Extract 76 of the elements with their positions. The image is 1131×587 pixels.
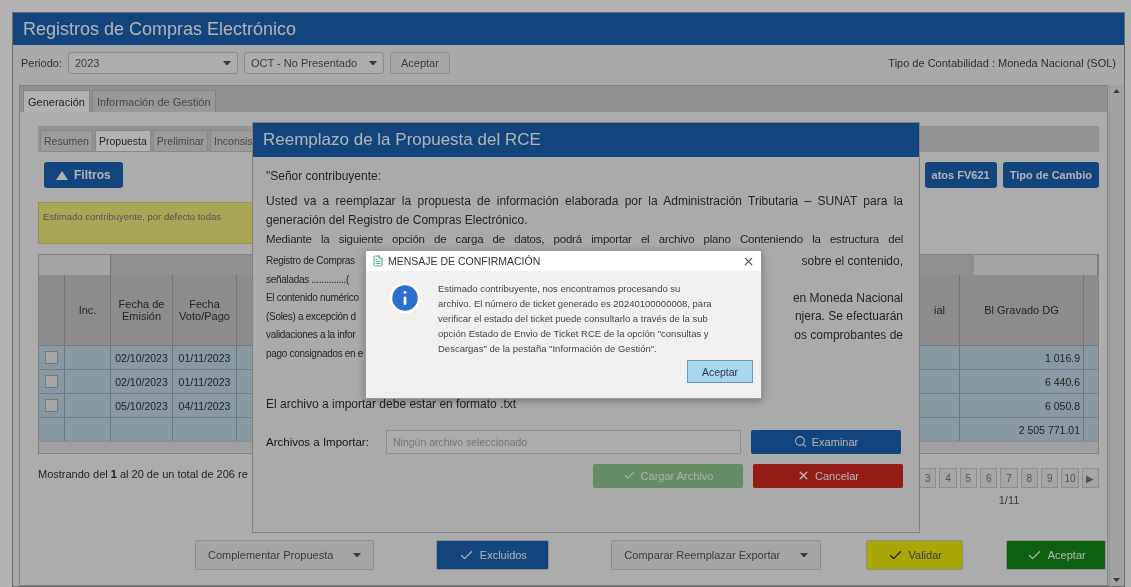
- filters-button[interactable]: Filtros: [44, 162, 123, 188]
- caret-icon: [1113, 577, 1120, 582]
- month-select[interactable]: OCT - No Presentado: [244, 52, 384, 74]
- toolbar-button[interactable]: Tipo de Cambio: [1002, 162, 1099, 188]
- accept-button[interactable]: Aceptar: [390, 52, 450, 74]
- page-button[interactable]: 8: [1020, 468, 1038, 488]
- format-note: El archivo a importar debe estar en formato .txt: [266, 395, 518, 413]
- caret-icon: [223, 60, 231, 66]
- page-button[interactable]: 7: [1000, 468, 1018, 488]
- page-button[interactable]: 5: [959, 468, 978, 488]
- paragraph-fragment: pago consignados en e: [266, 347, 364, 359]
- paragraph-fragment: validaciones a la infor: [266, 329, 356, 341]
- subtab[interactable]: Inconsis: [210, 130, 254, 152]
- toolbar-button[interactable]: atos FV621: [924, 162, 997, 188]
- table-cell: 2 505 771.01: [1018, 423, 1080, 436]
- paragraph-fragment: njera. Se efectuarán: [794, 309, 903, 324]
- paragraph-line: Mediante la siguiente opción de carga de datos, podrá importar el archivo plano Conteniendo la estructura del: [266, 233, 903, 247]
- paragraph-fragment: os comprobantes de: [794, 327, 903, 342]
- subtab[interactable]: Propuesta: [94, 130, 151, 152]
- page-button[interactable]: 6: [980, 468, 998, 488]
- close-icon: [797, 469, 810, 482]
- caret-icon: [1113, 89, 1120, 94]
- page-button[interactable]: 9: [1041, 468, 1059, 488]
- salutation-text: "Señor contribuyente:: [266, 168, 382, 185]
- action-button[interactable]: Excluidos: [436, 540, 550, 570]
- window-title: Registros de Compras Electrónico: [13, 13, 1124, 45]
- table-cell: 05/10/2023: [115, 399, 168, 412]
- caret-icon: [353, 552, 362, 558]
- document-icon: [372, 255, 384, 267]
- tab[interactable]: Información de Gestión: [91, 90, 216, 112]
- ok-button[interactable]: Aceptar: [687, 360, 753, 383]
- action-button[interactable]: Complementar Propuesta: [195, 540, 375, 570]
- subtab[interactable]: Resumen: [40, 130, 93, 152]
- triangle-icon: [56, 170, 68, 180]
- caret-icon: [800, 552, 809, 558]
- paragraph-fragment: Registro de Compras: [266, 255, 355, 267]
- page-button[interactable]: 4: [939, 468, 957, 488]
- table-cell: 6 050.8: [1044, 399, 1080, 412]
- notice-text: Estimado contribuyente, por defecto todas: [38, 202, 254, 244]
- row-checkbox[interactable]: [45, 351, 58, 364]
- dialog-message: Estimado contribuyente, nos encontramos procesando su archivo. El número de ticket generado es 20240100000008, para verificar el estado del ticket puede consultarlo a través de la sub opción Estado de Envio de Ticket RCE de la opción "consultas y Descargas" de la pestaña "Información de Gestión".: [438, 282, 713, 356]
- table-cell: 02/10/2023: [115, 375, 168, 388]
- search-icon: [793, 435, 807, 448]
- period-label: Periodo:: [21, 57, 62, 69]
- table-cell: 1 016.9: [1044, 351, 1080, 364]
- paragraph-fragment: (Soles) a excepción d: [266, 310, 356, 322]
- info-icon: [388, 281, 422, 315]
- paragraph-fragment: señaladas ..............(: [266, 273, 350, 285]
- action-button[interactable]: Comparar Reemplazar Exportar: [611, 540, 822, 570]
- intro-paragraph: Usted va a reemplazar la propuesta de información elaborada por la Administración Tributaria – SUNAT para la generación del Registro de Compras Electrónico.: [266, 193, 903, 229]
- table-cell: 02/10/2023: [115, 351, 168, 364]
- paragraph-fragment: sobre el contenido,: [801, 253, 903, 268]
- accounting-type-text: Tipo de Contabilidad : Moneda Nacional (SOL): [888, 57, 1116, 69]
- row-checkbox[interactable]: [45, 375, 58, 388]
- browse-button[interactable]: Examinar: [751, 429, 901, 454]
- page-info: 1/11: [997, 494, 1021, 506]
- row-checkbox[interactable]: [45, 399, 58, 412]
- tab[interactable]: Generación: [23, 90, 90, 112]
- action-button[interactable]: Validar: [866, 540, 964, 570]
- next-page-button[interactable]: ▶: [1081, 468, 1099, 488]
- table-cell: 01/11/2023: [178, 351, 231, 364]
- paragraph-fragment: en Moneda Nacional: [792, 290, 903, 305]
- page-button[interactable]: 10: [1061, 468, 1079, 488]
- year-select[interactable]: 2023: [68, 52, 238, 74]
- action-button[interactable]: Aceptar: [1006, 540, 1107, 570]
- file-label: Archivos a Importar:: [266, 435, 370, 448]
- showing-text: Mostrando del 1 al 20 de un total de 206 re: [38, 468, 249, 480]
- table-cell: 01/11/2023: [178, 375, 231, 388]
- caret-icon: [369, 60, 377, 66]
- table-cell: 6 440.6: [1044, 375, 1080, 388]
- subtab[interactable]: Preliminar: [152, 130, 209, 152]
- cancel-button[interactable]: Cancelar: [753, 463, 903, 488]
- table-cell: 04/11/2023: [178, 399, 231, 412]
- paragraph-fragment: El contenido numérico: [266, 292, 359, 304]
- modal-title: Reemplazo de la Propuesta del RCE: [253, 123, 919, 157]
- dialog-title: MENSAJE DE CONFIRMACIÓN: [388, 255, 541, 267]
